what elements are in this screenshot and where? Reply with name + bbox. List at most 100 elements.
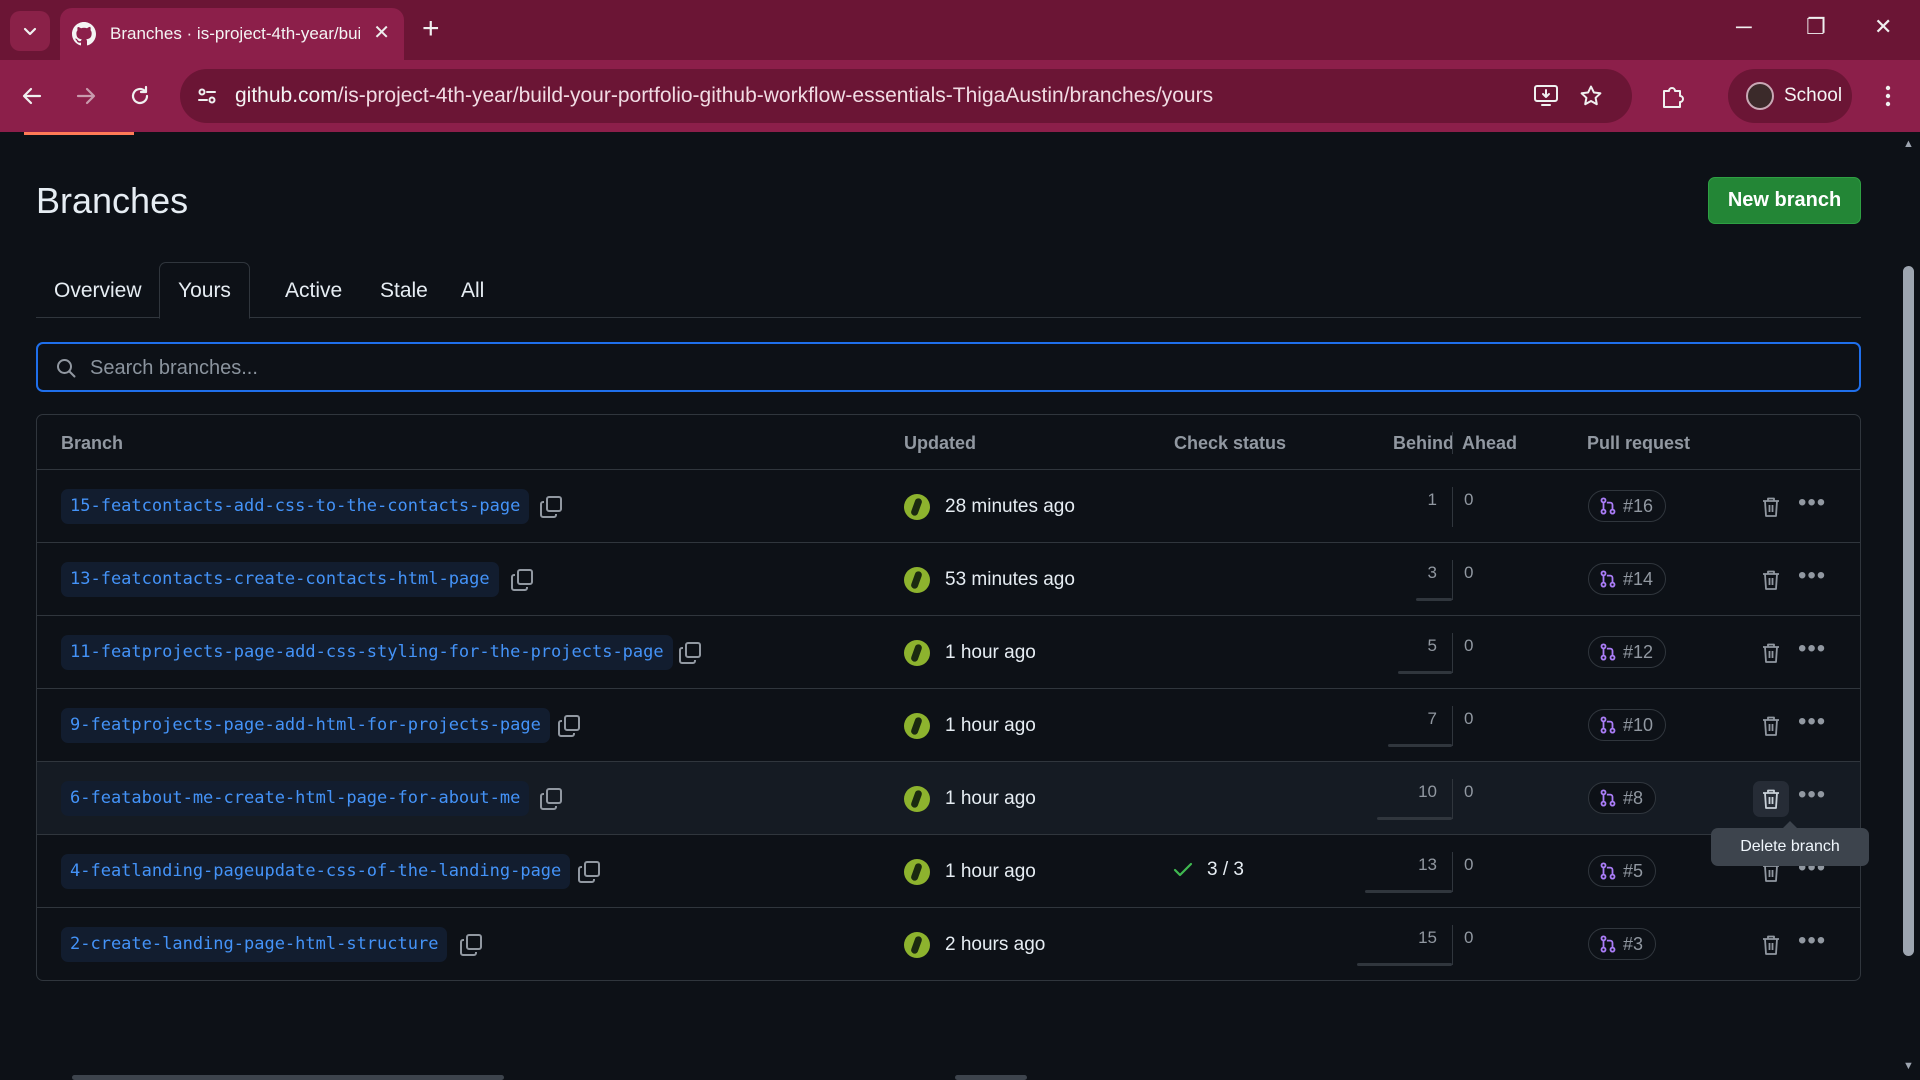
avatar[interactable] bbox=[904, 932, 930, 958]
behind-bar bbox=[1365, 890, 1452, 893]
pull-request-badge[interactable]: #10 bbox=[1588, 709, 1667, 741]
trash-icon bbox=[1763, 643, 1779, 663]
branch-name-link[interactable]: 6-featabout-me-create-html-page-for-abou… bbox=[61, 781, 530, 816]
scroll-down-arrow-icon[interactable]: ▼ bbox=[1903, 1060, 1914, 1072]
delete-branch-button[interactable] bbox=[1753, 635, 1789, 671]
copy-icon bbox=[540, 496, 562, 518]
pull-request-badge[interactable]: #8 bbox=[1588, 782, 1657, 814]
close-window-icon[interactable]: ✕ bbox=[1874, 14, 1892, 40]
check-status[interactable]: 3 / 3 bbox=[1173, 859, 1244, 881]
copy-button[interactable] bbox=[574, 857, 604, 887]
more-options-icon[interactable]: ••• bbox=[1798, 783, 1826, 807]
header-behind: Behind bbox=[1393, 433, 1454, 453]
star-icon[interactable] bbox=[1579, 84, 1603, 108]
delete-branch-button[interactable] bbox=[1753, 708, 1789, 744]
browser-tab-active[interactable]: Branches · is-project-4th-year/build-you… bbox=[60, 8, 404, 60]
table-header: Branch Updated Check status Behind Ahead… bbox=[37, 415, 1860, 470]
behind-bar bbox=[1416, 598, 1452, 601]
pull-request-badge[interactable]: #16 bbox=[1588, 490, 1667, 522]
table-row: 11-featprojects-page-add-css-styling-for… bbox=[37, 616, 1860, 689]
delete-branch-button[interactable] bbox=[1753, 562, 1789, 598]
delete-branch-tooltip: Delete branch bbox=[1711, 821, 1869, 866]
minimize-icon[interactable]: ─ bbox=[1736, 14, 1752, 40]
branch-name-link[interactable]: 4-featlanding-pageupdate-css-of-the-land… bbox=[61, 854, 571, 889]
copy-button[interactable] bbox=[675, 638, 705, 668]
horizontal-scrollbar-thumb[interactable] bbox=[72, 1075, 504, 1080]
pull-request-number: #3 bbox=[1623, 933, 1644, 954]
tab-active[interactable]: Active bbox=[267, 262, 360, 319]
tab-stale[interactable]: Stale bbox=[362, 262, 446, 319]
branch-name-link[interactable]: 13-featcontacts-create-contacts-html-pag… bbox=[61, 562, 499, 597]
reload-button[interactable] bbox=[122, 78, 158, 114]
ahead-behind-divider bbox=[1452, 560, 1453, 600]
restore-icon[interactable]: ❐ bbox=[1806, 14, 1826, 40]
back-button[interactable] bbox=[14, 78, 50, 114]
browser-toolbar: github.com/is-project-4th-year/build-you… bbox=[0, 60, 1920, 132]
branch-name-link[interactable]: 2-create-landing-page-html-structure bbox=[61, 927, 448, 962]
more-options-icon[interactable]: ••• bbox=[1798, 564, 1826, 588]
copy-icon bbox=[540, 788, 562, 810]
avatar[interactable] bbox=[904, 859, 930, 885]
copy-icon bbox=[511, 569, 533, 591]
avatar[interactable] bbox=[904, 640, 930, 666]
copy-button[interactable] bbox=[536, 492, 566, 522]
profile-button[interactable]: School bbox=[1728, 69, 1852, 123]
delete-branch-button[interactable] bbox=[1753, 781, 1789, 817]
pull-request-icon bbox=[1600, 497, 1616, 515]
behind-count: 3 bbox=[1427, 563, 1437, 582]
new-tab-button[interactable]: + bbox=[422, 14, 440, 44]
pull-request-badge[interactable]: #3 bbox=[1588, 928, 1657, 960]
trash-icon bbox=[1763, 935, 1779, 955]
site-info-icon[interactable] bbox=[196, 85, 218, 107]
delete-branch-button[interactable] bbox=[1753, 927, 1789, 963]
behind-count: 1 bbox=[1427, 490, 1437, 509]
tab-search-button[interactable] bbox=[10, 11, 50, 51]
behind-bar bbox=[1388, 744, 1452, 747]
behind-bar bbox=[1377, 817, 1452, 820]
more-options-icon[interactable]: ••• bbox=[1798, 637, 1826, 661]
copy-button[interactable] bbox=[507, 565, 537, 595]
copy-button[interactable] bbox=[536, 784, 566, 814]
more-options-icon[interactable]: ••• bbox=[1798, 491, 1826, 515]
ahead-behind-divider bbox=[1452, 706, 1453, 746]
trash-icon bbox=[1763, 497, 1779, 517]
avatar[interactable] bbox=[904, 713, 930, 739]
table-row: 9-featprojects-page-add-html-for-project… bbox=[37, 689, 1860, 762]
pull-request-icon bbox=[1600, 935, 1616, 953]
avatar[interactable] bbox=[904, 494, 930, 520]
new-branch-button[interactable]: New branch bbox=[1708, 177, 1861, 224]
avatar[interactable] bbox=[904, 786, 930, 812]
tab-underline-indicator bbox=[24, 132, 134, 135]
pull-request-icon bbox=[1600, 789, 1616, 807]
tab-yours[interactable]: Yours bbox=[159, 262, 250, 319]
more-options-icon[interactable]: ••• bbox=[1798, 929, 1826, 953]
vertical-scrollbar-thumb[interactable] bbox=[1903, 266, 1914, 956]
branch-name-link[interactable]: 15-featcontacts-add-css-to-the-contacts-… bbox=[61, 489, 530, 524]
tab-all[interactable]: All bbox=[443, 262, 502, 319]
chevron-down-icon bbox=[23, 27, 37, 36]
copy-button[interactable] bbox=[456, 930, 486, 960]
ahead-count: 0 bbox=[1464, 928, 1474, 947]
close-tab-icon[interactable]: ✕ bbox=[373, 22, 390, 44]
search-input[interactable] bbox=[90, 354, 1790, 382]
arrow-left-icon bbox=[22, 87, 42, 105]
pull-request-badge[interactable]: #12 bbox=[1588, 636, 1667, 668]
header-divider bbox=[1452, 432, 1453, 454]
install-app-icon[interactable] bbox=[1533, 84, 1559, 108]
delete-branch-button[interactable] bbox=[1753, 489, 1789, 525]
check-status-count: 3 / 3 bbox=[1207, 859, 1244, 880]
branch-name-link[interactable]: 11-featprojects-page-add-css-styling-for… bbox=[61, 635, 673, 670]
extensions-button[interactable] bbox=[1655, 78, 1691, 114]
avatar[interactable] bbox=[904, 567, 930, 593]
browser-menu-button[interactable] bbox=[1870, 78, 1906, 114]
branch-name-link[interactable]: 9-featprojects-page-add-html-for-project… bbox=[61, 708, 550, 743]
address-bar[interactable]: github.com/is-project-4th-year/build-you… bbox=[180, 69, 1632, 123]
pull-request-badge[interactable]: #14 bbox=[1588, 563, 1667, 595]
forward-button[interactable] bbox=[68, 78, 104, 114]
pull-request-badge[interactable]: #5 bbox=[1588, 855, 1657, 887]
more-options-icon[interactable]: ••• bbox=[1798, 710, 1826, 734]
updated-time: 1 hour ago bbox=[945, 861, 1036, 882]
tab-overview[interactable]: Overview bbox=[36, 262, 160, 319]
copy-button[interactable] bbox=[554, 711, 584, 741]
scroll-up-arrow-icon[interactable]: ▲ bbox=[1903, 138, 1914, 150]
